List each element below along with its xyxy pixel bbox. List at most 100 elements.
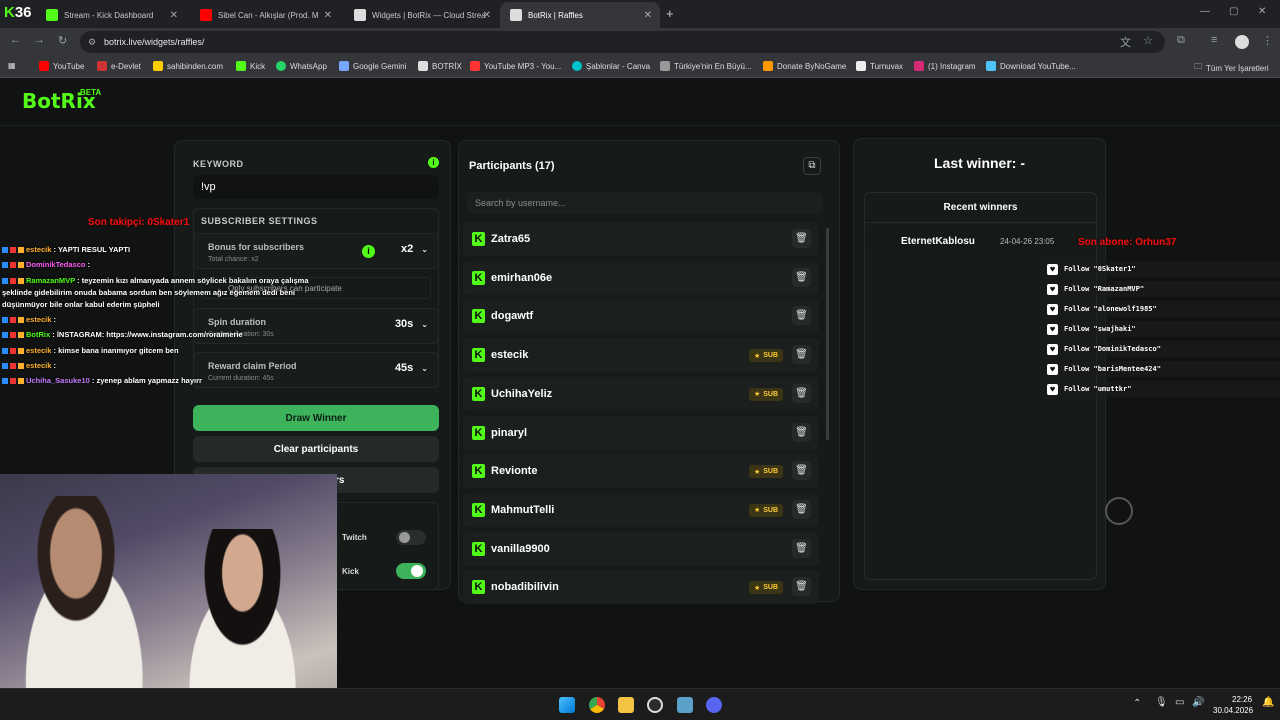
maximize-button[interactable]: ▢: [1229, 6, 1238, 17]
participant-name: vanilla9900: [491, 542, 550, 555]
delete-participant-button[interactable]: 🗑: [792, 577, 811, 597]
bookmark-kick[interactable]: Kick: [236, 61, 265, 71]
notification-icon[interactable]: 🔔: [1262, 697, 1274, 708]
delete-participant-button[interactable]: 🗑: [792, 267, 811, 287]
profile-avatar[interactable]: [1235, 35, 1249, 49]
reload-icon[interactable]: ↻: [58, 34, 67, 47]
participant-search-input[interactable]: Search by username...: [467, 192, 823, 214]
tray-chevron-icon[interactable]: ⌃: [1133, 698, 1141, 709]
participant-row: Kpinaryl 🗑: [463, 415, 819, 450]
bonus-select[interactable]: x2 ⌄: [401, 243, 428, 255]
twitch-toggle[interactable]: [396, 530, 426, 545]
delete-participant-button[interactable]: 🗑: [792, 422, 811, 442]
bonus-sub: Total chance: x2: [208, 256, 259, 263]
delete-participant-button[interactable]: 🗑: [792, 229, 811, 248]
bookmark-youtube-mp3[interactable]: YouTube MP3 - You...: [470, 61, 561, 71]
extensions-icon[interactable]: ⧉: [1177, 34, 1185, 47]
file-explorer-icon[interactable]: [618, 697, 634, 713]
chat-username: DominikTedasco: [26, 260, 86, 269]
badge-icon: [18, 332, 24, 339]
volume-icon[interactable]: 🔊: [1192, 697, 1204, 708]
bookmark-turnuvax[interactable]: Turnuvax: [856, 61, 903, 71]
network-icon[interactable]: ▭: [1175, 697, 1184, 708]
copy-icon[interactable]: ⧉: [803, 157, 821, 175]
tab-botrix-raffles[interactable]: BotRix | Raffles ✕: [500, 2, 660, 28]
delete-participant-button[interactable]: 🗑: [792, 538, 811, 558]
kick-icon: K: [472, 425, 485, 440]
bookmark-instagram[interactable]: (1) Instagram: [914, 61, 976, 71]
tab-kick-dashboard[interactable]: Stream - Kick Dashboard ✕: [36, 2, 186, 28]
draw-winner-button[interactable]: Draw Winner: [193, 405, 439, 431]
kick-icon: K: [472, 541, 485, 556]
app-icon[interactable]: [677, 697, 693, 713]
close-tab-icon[interactable]: ✕: [324, 10, 332, 21]
bookmark-canva[interactable]: Şablonlar - Canva: [572, 61, 650, 71]
tab-youtube[interactable]: Sibel Can - Alkışlar (Prod. M ✕: [190, 2, 340, 28]
close-tab-icon[interactable]: ✕: [170, 10, 178, 21]
bookmark-youtube[interactable]: YouTube: [39, 61, 84, 71]
last-follower-overlay: Son takipçi: 0Skater1: [88, 217, 190, 228]
delete-participant-button[interactable]: 🗑: [792, 383, 811, 403]
apps-icon[interactable]: ▦: [8, 61, 16, 70]
chat-message: estecik :: [2, 361, 56, 370]
heart-icon: ♥: [1047, 323, 1058, 335]
participant-name: pinaryl: [491, 426, 528, 439]
kick-icon: K: [472, 348, 485, 363]
badge-icon: [2, 262, 8, 269]
keyword-input[interactable]: !vp: [193, 175, 439, 199]
clock-time[interactable]: 22:26: [1232, 695, 1252, 704]
minimize-button[interactable]: —: [1200, 6, 1210, 17]
forward-icon[interactable]: →: [34, 34, 45, 46]
recent-winner-row: EternetKablosu 24-04-26 23:05: [870, 230, 1090, 252]
back-icon[interactable]: ←: [10, 34, 21, 46]
bookmark-gemini[interactable]: Google Gemini: [339, 61, 406, 71]
clear-participants-button[interactable]: Clear participants: [193, 436, 439, 462]
bookmark-download-youtube[interactable]: Download YouTube...: [986, 61, 1076, 71]
bookmark-turkiye[interactable]: Türkiye'nin En Büyü...: [660, 61, 752, 71]
participants-scrollbar[interactable]: [826, 228, 829, 440]
bookmark-star-icon[interactable]: ☆: [1143, 34, 1153, 47]
spin-duration-select[interactable]: 30s ⌄: [395, 318, 428, 330]
menu-icon[interactable]: ⋮: [1262, 34, 1273, 47]
reward-period-select[interactable]: 45s ⌄: [395, 362, 428, 374]
botrix-favicon: [510, 9, 522, 21]
delete-participant-button[interactable]: 🗑: [792, 461, 811, 481]
kick-toggle[interactable]: [396, 563, 426, 579]
info-icon[interactable]: i: [362, 245, 375, 258]
start-icon[interactable]: [559, 697, 575, 713]
chrome-icon[interactable]: [589, 697, 605, 713]
address-bar[interactable]: ⚙ botrix.live/widgets/raffles/: [80, 31, 1165, 53]
subscriber-badge: ★ SUB: [748, 581, 783, 595]
discord-icon[interactable]: [706, 697, 722, 713]
close-tab-icon[interactable]: ✕: [483, 10, 491, 21]
follow-alert: ♥ Follow "umuttkr": [1047, 381, 1280, 397]
bookmark-whatsapp[interactable]: WhatsApp: [276, 61, 327, 71]
kick-label: Kick: [342, 567, 359, 576]
close-window-button[interactable]: ✕: [1258, 6, 1266, 17]
obs-icon[interactable]: [647, 697, 663, 713]
tab-botrix-widgets[interactable]: Widgets | BotRix — Cloud Strea ✕: [344, 2, 499, 28]
close-tab-icon[interactable]: ✕: [644, 10, 652, 21]
follow-alert: ♥ Follow "DominikTedasco": [1047, 341, 1280, 357]
bookmark-sahibinden[interactable]: sahibinden.com: [153, 61, 223, 71]
bookmark-bynogame[interactable]: Donate ByNoGame: [763, 61, 846, 71]
reading-list-icon[interactable]: ≡: [1211, 34, 1217, 46]
info-icon[interactable]: i: [428, 157, 439, 168]
delete-participant-button[interactable]: 🗑: [792, 499, 811, 519]
chat-message: estecik :: [2, 315, 56, 324]
badge-icon: [2, 332, 8, 339]
delete-participant-button[interactable]: 🗑: [792, 306, 811, 326]
all-bookmarks-folder[interactable]: 🗀 Tüm Yer İşaretleri: [1194, 61, 1269, 75]
kick-icon: K: [472, 386, 485, 401]
chevron-down-icon: ⌄: [421, 319, 428, 329]
bookmark-botrix[interactable]: BOTRİX: [418, 61, 462, 71]
translate-icon[interactable]: 文: [1120, 34, 1131, 50]
winner-date: 24-04-26 23:05: [1000, 237, 1055, 246]
site-info-icon[interactable]: ⚙: [88, 37, 96, 48]
microphone-icon[interactable]: 🎙: [1155, 697, 1168, 708]
delete-participant-button[interactable]: 🗑: [792, 345, 811, 365]
clock-date[interactable]: 30.04.2026: [1213, 706, 1253, 715]
bookmark-edevlet[interactable]: e-Devlet: [97, 61, 141, 71]
new-tab-button[interactable]: +: [666, 6, 674, 21]
trash-icon: 🗑: [795, 426, 808, 438]
